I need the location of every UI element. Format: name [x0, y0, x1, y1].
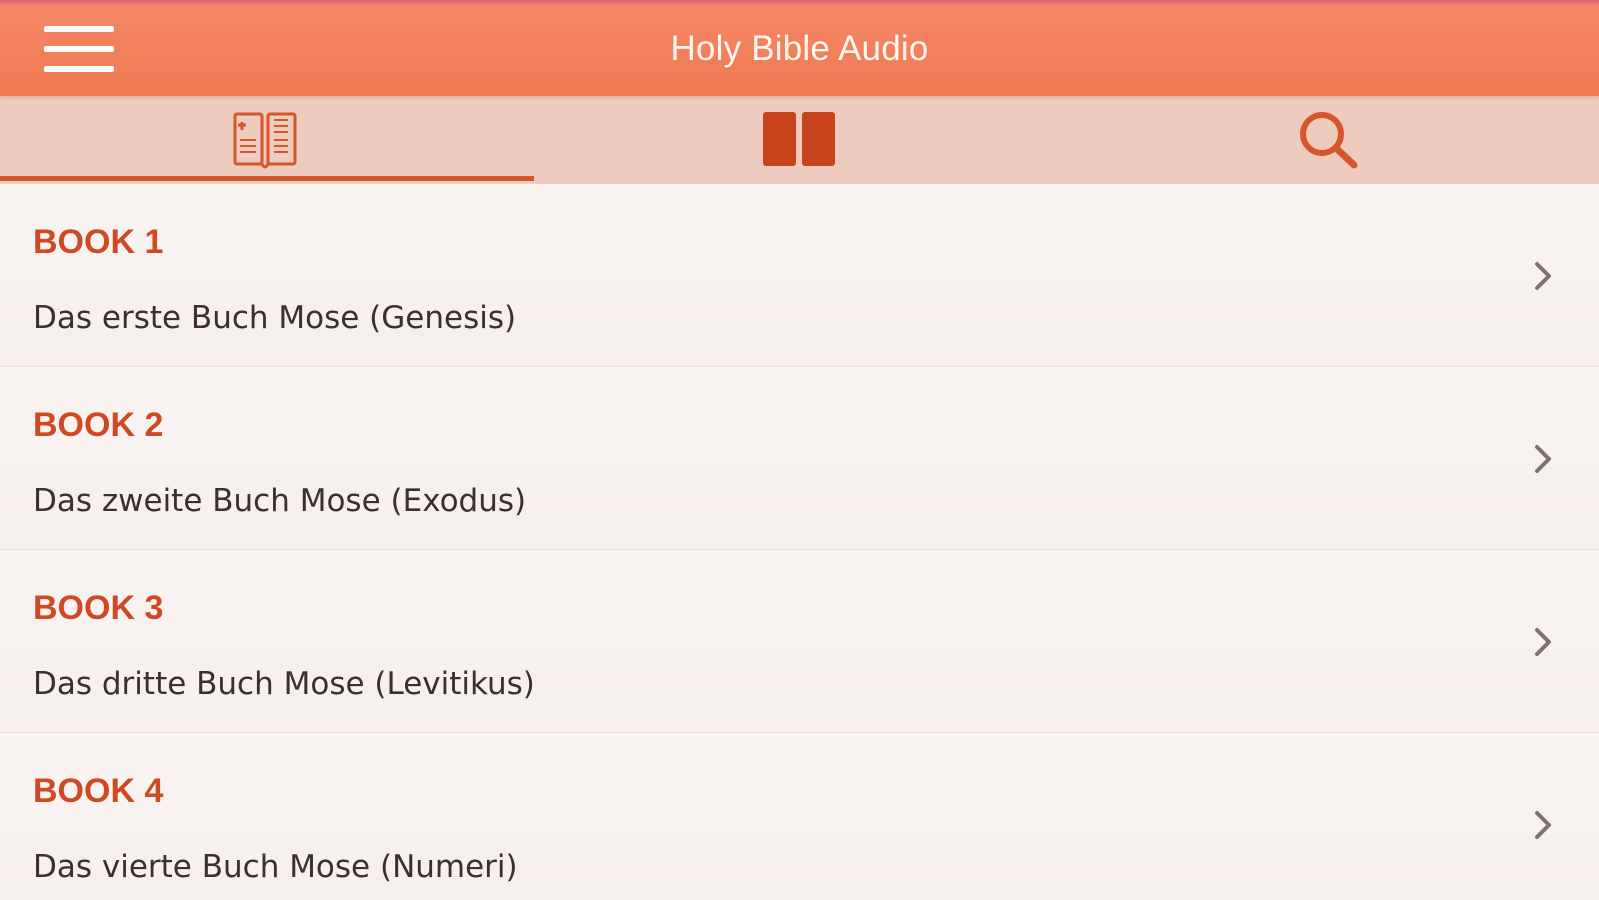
bible-book-icon [233, 112, 297, 169]
book-list-item[interactable]: BOOK 3 Das dritte Buch Mose (Levitikus) [0, 550, 1599, 733]
book-title-label: Das zweite Buch Mose (Exodus) [33, 483, 527, 519]
book-list-item[interactable]: BOOK 2 Das zweite Buch Mose (Exodus) [0, 367, 1599, 550]
app-root: Holy Bible Audio BOOK 1 Das erste Buch M… [0, 0, 1599, 900]
tab-reader[interactable] [533, 96, 1066, 184]
chevron-right-icon [1529, 441, 1557, 477]
app-header: Holy Bible Audio [0, 0, 1599, 96]
search-icon [1300, 112, 1358, 169]
book-number-label: BOOK 1 [33, 223, 164, 261]
book-title-label: Das vierte Buch Mose (Numeri) [33, 849, 518, 885]
book-number-label: BOOK 2 [33, 406, 164, 444]
app-title: Holy Bible Audio [670, 29, 929, 68]
tab-bible-books[interactable] [0, 96, 534, 184]
book-title-label: Das dritte Buch Mose (Levitikus) [33, 666, 535, 702]
book-list-item[interactable]: BOOK 4 Das vierte Buch Mose (Numeri) [0, 733, 1599, 900]
chevron-right-icon [1529, 624, 1557, 660]
chevron-right-icon [1529, 258, 1557, 294]
tab-search[interactable] [1066, 96, 1599, 184]
book-title-label: Das erste Buch Mose (Genesis) [33, 300, 517, 336]
open-book-icon [763, 112, 835, 166]
chevron-right-icon [1529, 807, 1557, 843]
book-list-item[interactable]: BOOK 1 Das erste Buch Mose (Genesis) [0, 184, 1599, 367]
book-number-label: BOOK 3 [33, 589, 164, 627]
book-list: BOOK 1 Das erste Buch Mose (Genesis) BOO… [0, 184, 1599, 900]
book-number-label: BOOK 4 [33, 772, 164, 810]
tab-bar [0, 96, 1599, 184]
active-tab-indicator [0, 176, 534, 181]
